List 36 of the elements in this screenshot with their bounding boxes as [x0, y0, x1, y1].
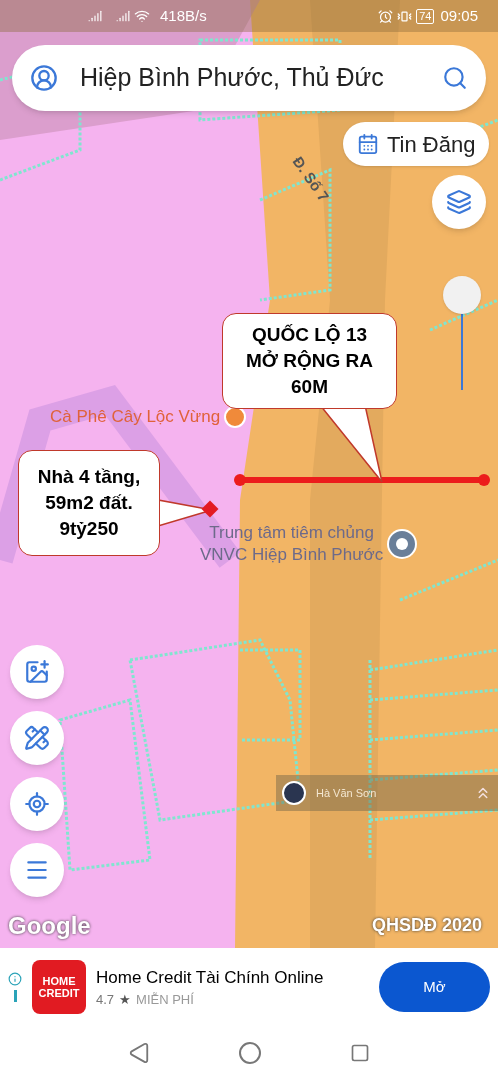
tin-dang-button[interactable]: Tin Đăng	[343, 122, 490, 166]
place-pin-icon	[389, 531, 416, 557]
rating: 4.7	[96, 991, 115, 1009]
callout-text: QUỐC LỘ 13 MỞ RỘNG RA 60M	[245, 323, 373, 399]
logo-text: HOME CREDIT	[38, 975, 80, 999]
callout-text: Nhà 4 tầng, 59m2 đất. 9tỷ250	[37, 465, 141, 541]
signal-icon	[116, 9, 130, 23]
account-icon[interactable]	[30, 64, 58, 92]
open-button[interactable]: Mở	[379, 962, 490, 1012]
property-marker-icon	[201, 500, 219, 518]
search-icon[interactable]	[442, 65, 468, 91]
street-label: Đ. Số 7	[288, 152, 334, 207]
search-value: Hiệp Bình Phước, Thủ Đức	[80, 62, 385, 94]
star-icon: ★	[119, 990, 132, 1010]
battery-level: 74	[416, 8, 435, 24]
poi-label: Cà Phê Cây Lộc Vừng	[50, 406, 221, 428]
back-icon[interactable]	[128, 1042, 150, 1064]
signal-icon	[88, 9, 102, 23]
home-icon[interactable]	[238, 1041, 262, 1065]
search-bar[interactable]: Hiệp Bình Phước, Thủ Đức	[12, 45, 486, 111]
layers-icon	[446, 189, 472, 215]
clock: 09:05	[440, 5, 478, 26]
alarm-icon	[378, 8, 394, 24]
vibrate-icon	[397, 8, 413, 24]
user-name: Hà Văn Sơn	[316, 785, 377, 801]
ad-title: Home Credit Tài Chính Online	[96, 966, 325, 989]
ruler-pencil-icon	[24, 725, 50, 751]
price: MIỄN PHÍ	[136, 991, 194, 1009]
listing-icon	[357, 133, 379, 155]
info-icon[interactable]	[8, 972, 22, 986]
wifi-icon	[134, 8, 150, 24]
map-attribution: Google	[8, 911, 91, 941]
layer-name: QHSDĐ 2020	[372, 914, 483, 937]
network-speed: 418B/s	[160, 5, 207, 26]
recents-icon[interactable]	[350, 1043, 370, 1063]
locate-icon	[24, 791, 50, 817]
